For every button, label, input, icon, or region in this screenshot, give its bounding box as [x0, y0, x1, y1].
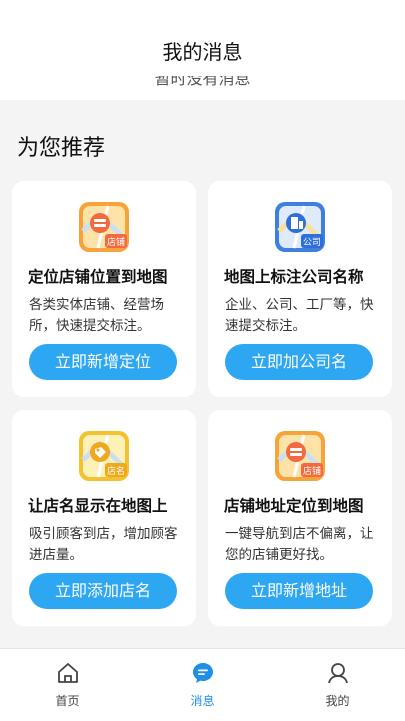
- bottom-tab-bar: 首页 消息 我的: [0, 648, 405, 721]
- card-description: 一键导航到店不偏离，让您的店铺更好找。: [225, 526, 374, 563]
- card-title: 定位店铺位置到地图: [28, 268, 168, 286]
- tab-home[interactable]: 首页: [0, 649, 135, 721]
- add-company-name-button[interactable]: 立即加公司名: [225, 344, 373, 380]
- store-name-map-icon: 店名: [79, 431, 129, 481]
- card-title: 让店名显示在地图上: [28, 497, 168, 515]
- add-address-button[interactable]: 立即新增地址: [225, 573, 373, 609]
- section-title: 为您推荐: [17, 136, 106, 161]
- svg-text:店铺: 店铺: [107, 236, 125, 248]
- tab-label: 我的: [325, 694, 350, 708]
- card-store-address: 店铺 店铺地址定位到地图 一键导航到店不偏离，让您的店铺更好找。 立即新增地址: [208, 410, 392, 626]
- add-store-name-button[interactable]: 立即添加店名: [29, 573, 177, 609]
- card-title: 地图上标注公司名称: [224, 268, 364, 286]
- card-store-name: 店名 让店名显示在地图上 吸引顾客到店，增加顾客进店量。 立即添加店名: [12, 410, 196, 626]
- tab-label: 首页: [55, 694, 80, 708]
- store-address-map-icon: 店铺: [275, 431, 325, 481]
- home-icon: [58, 663, 78, 683]
- tab-messages[interactable]: 消息: [135, 649, 270, 721]
- message-icon: [193, 663, 213, 683]
- card-description: 企业、公司、工厂等，快速提交标注。: [225, 297, 374, 334]
- company-map-icon: 公司: [275, 202, 325, 252]
- card-title: 店铺地址定位到地图: [224, 497, 364, 515]
- add-location-button[interactable]: 立即新增定位: [29, 344, 177, 380]
- user-icon: [328, 663, 348, 684]
- svg-text:公司: 公司: [303, 237, 321, 248]
- card-description: 各类实体店铺、经营场所，快速提交标注。: [29, 297, 164, 334]
- svg-text:店铺: 店铺: [303, 465, 321, 477]
- empty-message-text: 暂时没有消息: [154, 76, 251, 88]
- tab-profile[interactable]: 我的: [270, 649, 405, 721]
- store-map-icon: 店铺: [79, 202, 129, 252]
- header: 我的消息 暂时没有消息: [0, 0, 405, 100]
- card-description: 吸引顾客到店，增加顾客进店量。: [29, 526, 178, 563]
- svg-text:店名: 店名: [107, 465, 125, 477]
- card-company-name: 公司 地图上标注公司名称 企业、公司、工厂等，快速提交标注。 立即加公司名: [208, 181, 392, 397]
- page-title: 我的消息: [162, 40, 243, 64]
- tab-label: 消息: [190, 694, 215, 708]
- card-store-location: 店铺 定位店铺位置到地图 各类实体店铺、经营场所，快速提交标注。 立即新增定位: [12, 181, 196, 397]
